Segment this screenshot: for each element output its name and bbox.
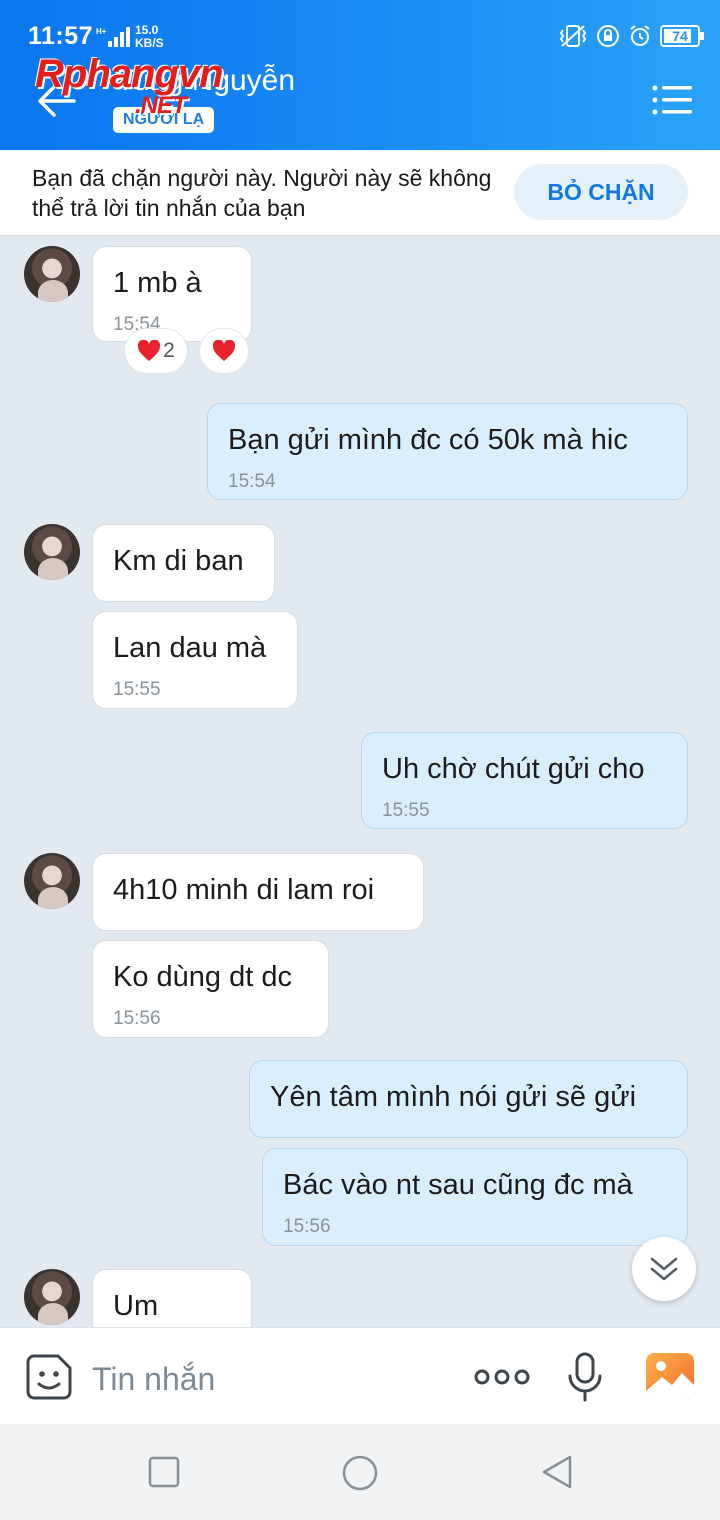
message-bubble[interactable]: Km di ban xyxy=(92,524,275,602)
message-text: 1 mb à xyxy=(113,267,202,299)
app-header: 11:57 H+ 15.0 KB/S 74 Tung Nguyễn NGƯỜI … xyxy=(0,0,720,150)
heart-icon xyxy=(212,340,236,361)
message-bubble[interactable]: 4h10 minh di lam roi xyxy=(92,853,424,931)
sticker-icon[interactable] xyxy=(24,1352,74,1402)
message-text: Bác vào nt sau cũng đc mà xyxy=(283,1169,633,1201)
signal-icon: H+ xyxy=(96,26,132,48)
heart-icon xyxy=(138,340,161,361)
image-icon xyxy=(646,1361,694,1399)
message-time: 15:56 xyxy=(283,1216,331,1237)
photo-button[interactable] xyxy=(646,1353,694,1399)
message-bubble[interactable]: Bạn gửi mình đc có 50k mà hic 15:54 xyxy=(207,403,688,500)
double-chevron-down-icon xyxy=(650,1257,678,1281)
message-time: 15:54 xyxy=(228,471,276,492)
status-icons: 74 xyxy=(558,24,704,48)
message-time: 15:55 xyxy=(113,679,161,700)
react-button[interactable] xyxy=(199,328,249,374)
message-bubble[interactable]: Bác vào nt sau cũng đc mà 15:56 xyxy=(262,1148,688,1246)
message-time: 15:55 xyxy=(382,800,430,821)
watermark-text: Rphangvn xyxy=(35,52,224,96)
battery-level: 74 xyxy=(672,28,688,44)
message-text: Bạn gửi mình đc có 50k mà hic xyxy=(228,424,628,456)
message-text: 4h10 minh di lam roi xyxy=(113,874,375,906)
more-options-icon[interactable] xyxy=(474,1366,530,1388)
vibrate-icon xyxy=(559,25,587,47)
message-text: Lan dau mà xyxy=(113,632,267,664)
status-time: 11:57 xyxy=(28,22,94,50)
avatar[interactable] xyxy=(24,853,80,909)
battery-icon: 74 xyxy=(660,25,704,47)
message-text: Km di ban xyxy=(113,545,244,577)
home-icon[interactable] xyxy=(341,1454,379,1492)
alarm-icon xyxy=(630,25,650,46)
back-nav-icon[interactable] xyxy=(540,1454,574,1490)
blocked-message: Bạn đã chặn người này. Người này sẽ khôn… xyxy=(32,165,492,221)
watermark-logo: Rphangvn .NET xyxy=(35,52,224,119)
message-text: Ko dùng dt dc xyxy=(113,961,292,993)
unblock-button[interactable]: BỎ CHẶN xyxy=(514,164,688,220)
recent-apps-icon[interactable] xyxy=(148,1456,180,1488)
microphone-icon[interactable] xyxy=(566,1352,604,1402)
message-bubble[interactable]: Uh chờ chút gửi cho 15:55 xyxy=(361,732,688,829)
menu-button[interactable] xyxy=(652,84,692,116)
system-nav-bar xyxy=(0,1424,720,1520)
chat-list[interactable]: 1 mb à 15:54 2 Bạn gửi mình đc có 50k mà… xyxy=(0,237,720,1327)
message-input-bar: Tin nhắn xyxy=(0,1327,720,1424)
message-bubble[interactable]: Um xyxy=(92,1269,252,1327)
reaction-count[interactable]: 2 xyxy=(124,328,188,374)
message-time: 15:56 xyxy=(113,1008,161,1029)
message-text: Yên tâm mình nói gửi sẽ gửi xyxy=(270,1081,637,1113)
message-text: Uh chờ chút gửi cho xyxy=(382,753,645,785)
network-type: H+ xyxy=(96,27,107,36)
lock-rotation-icon xyxy=(597,25,619,47)
avatar[interactable] xyxy=(24,1269,80,1325)
network-speed: 15.0 KB/S xyxy=(135,24,164,50)
reaction-number: 2 xyxy=(163,339,175,362)
status-bar: 11:57 H+ 15.0 KB/S 74 xyxy=(0,0,720,58)
message-bubble[interactable]: Lan dau mà 15:55 xyxy=(92,611,298,709)
message-input[interactable]: Tin nhắn xyxy=(92,1361,215,1398)
message-bubble[interactable]: Yên tâm mình nói gửi sẽ gửi xyxy=(249,1060,688,1138)
list-menu-icon xyxy=(652,85,692,115)
watermark-sub: .NET xyxy=(135,92,187,119)
message-bubble[interactable]: Ko dùng dt dc 15:56 xyxy=(92,940,329,1038)
scroll-to-bottom-button[interactable] xyxy=(632,1237,696,1301)
avatar[interactable] xyxy=(24,524,80,580)
speed-unit: KB/S xyxy=(135,36,164,50)
message-text: Um xyxy=(113,1290,159,1322)
avatar[interactable] xyxy=(24,246,80,302)
